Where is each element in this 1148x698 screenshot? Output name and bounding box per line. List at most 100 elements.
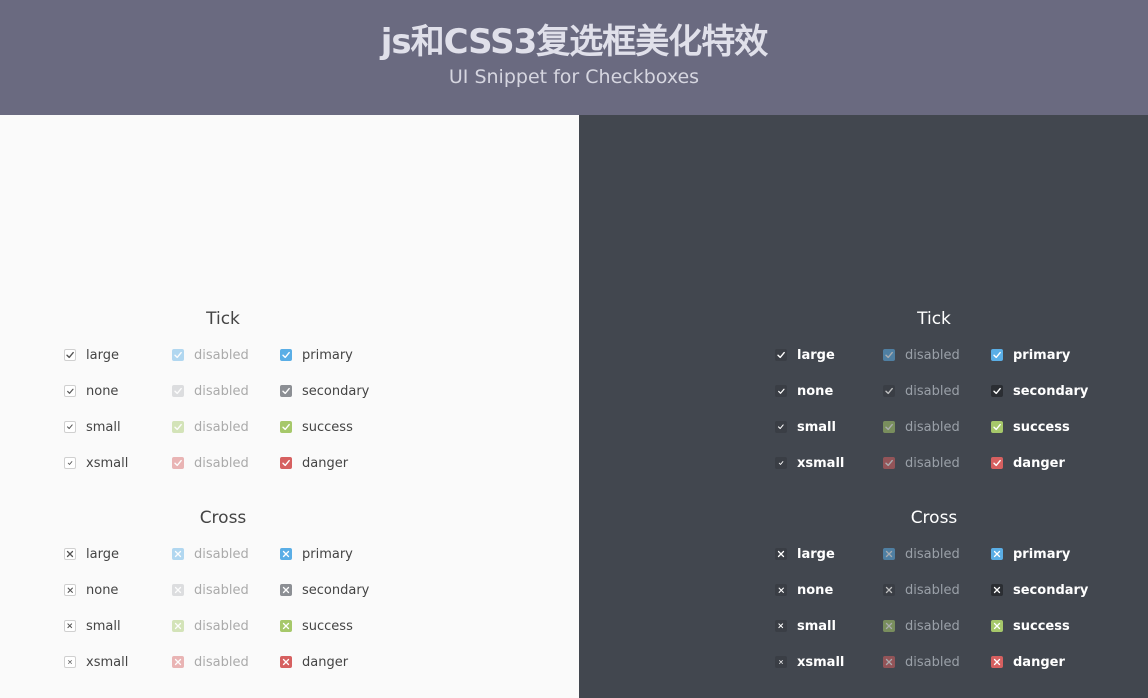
checkbox-cross-icon[interactable] — [280, 620, 292, 632]
checkbox-tick-icon[interactable] — [64, 457, 76, 469]
checkbox-label: disabled — [905, 582, 960, 598]
checkbox-cross-icon[interactable] — [775, 584, 787, 596]
checkbox-tick-secondary[interactable]: secondary — [280, 381, 369, 401]
checkbox-tick-primary[interactable]: primary — [991, 345, 1070, 365]
checkbox-label: danger — [1013, 654, 1065, 670]
checkbox-tick-icon[interactable] — [280, 385, 292, 397]
checkbox-tick-icon — [883, 457, 895, 469]
checkbox-tick-icon — [172, 457, 184, 469]
checkbox-tick-icon[interactable] — [775, 457, 787, 469]
checkbox-cross-icon[interactable] — [64, 584, 76, 596]
checkbox-cross-disabled-success: disabled — [172, 616, 249, 636]
checkbox-tick-success[interactable]: success — [280, 417, 353, 437]
checkbox-cross-icon[interactable] — [991, 656, 1003, 668]
checkbox-tick-icon — [172, 349, 184, 361]
checkbox-cross-small[interactable]: small — [64, 616, 121, 636]
checkbox-label: danger — [1013, 455, 1065, 471]
checkbox-label: xsmall — [86, 654, 129, 670]
checkbox-tick-none[interactable]: none — [64, 381, 118, 401]
checkbox-tick-disabled-danger: disabled — [883, 453, 960, 473]
checkbox-label: disabled — [194, 546, 249, 562]
checkbox-label: disabled — [194, 383, 249, 399]
checkbox-label: danger — [302, 654, 349, 670]
checkbox-cross-large[interactable]: large — [64, 544, 119, 564]
checkbox-cross-xsmall[interactable]: xsmall — [64, 652, 128, 672]
checkbox-tick-secondary[interactable]: secondary — [991, 381, 1088, 401]
checkbox-label: small — [86, 618, 121, 634]
checkbox-label: large — [86, 347, 119, 363]
checkbox-tick-small[interactable]: small — [64, 417, 121, 437]
dark-theme-panel: Tick large disabled primary none disabled seco… — [579, 115, 1148, 698]
checkbox-tick-icon[interactable] — [991, 385, 1003, 397]
checkbox-cross-disabled-danger: disabled — [883, 652, 960, 672]
checkbox-tick-icon[interactable] — [775, 421, 787, 433]
checkbox-cross-primary[interactable]: primary — [280, 544, 353, 564]
checkbox-label: secondary — [302, 383, 370, 399]
checkbox-tick-primary[interactable]: primary — [280, 345, 353, 365]
checkbox-tick-danger[interactable]: danger — [991, 453, 1065, 473]
checkbox-cross-danger[interactable]: danger — [991, 652, 1065, 672]
checkbox-tick-xsmall[interactable]: xsmall — [775, 453, 844, 473]
checkbox-tick-icon[interactable] — [280, 421, 292, 433]
checkbox-cross-large[interactable]: large — [775, 544, 835, 564]
checkbox-cross-icon — [883, 620, 895, 632]
checkbox-tick-icon[interactable] — [775, 349, 787, 361]
checkbox-tick-icon — [883, 349, 895, 361]
checkbox-tick-disabled-primary: disabled — [883, 345, 960, 365]
checkbox-cross-icon[interactable] — [64, 620, 76, 632]
checkbox-tick-icon[interactable] — [280, 349, 292, 361]
checkbox-cross-icon[interactable] — [991, 584, 1003, 596]
checkbox-label: none — [797, 383, 834, 399]
checkbox-cross-xsmall[interactable]: xsmall — [775, 652, 844, 672]
checkbox-cross-secondary[interactable]: secondary — [991, 580, 1088, 600]
checkbox-tick-icon[interactable] — [991, 421, 1003, 433]
checkbox-label: small — [797, 618, 836, 634]
checkbox-cross-icon[interactable] — [64, 656, 76, 668]
checkbox-tick-none[interactable]: none — [775, 381, 833, 401]
checkbox-tick-icon[interactable] — [991, 457, 1003, 469]
checkbox-tick-icon[interactable] — [775, 385, 787, 397]
section-title-cross: Cross — [910, 508, 958, 528]
checkbox-cross-icon — [883, 548, 895, 560]
light-theme-panel: Tick large disabled primary none disabled seco… — [0, 115, 579, 698]
checkbox-cross-small[interactable]: small — [775, 616, 836, 636]
checkbox-cross-icon[interactable] — [991, 620, 1003, 632]
checkbox-cross-icon[interactable] — [280, 584, 292, 596]
checkbox-cross-icon[interactable] — [280, 548, 292, 560]
checkbox-label: primary — [1013, 546, 1071, 562]
page-subtitle: UI Snippet for Checkboxes — [448, 66, 700, 88]
checkbox-cross-danger[interactable]: danger — [280, 652, 348, 672]
checkbox-label: xsmall — [797, 455, 845, 471]
checkbox-cross-icon[interactable] — [775, 620, 787, 632]
checkbox-label: success — [1013, 419, 1070, 435]
checkbox-cross-icon[interactable] — [775, 548, 787, 560]
checkbox-cross-icon[interactable] — [64, 548, 76, 560]
checkbox-cross-success[interactable]: success — [280, 616, 353, 636]
checkbox-cross-none[interactable]: none — [775, 580, 833, 600]
checkbox-tick-small[interactable]: small — [775, 417, 836, 437]
checkbox-tick-icon — [172, 385, 184, 397]
page-header: js和CSS3复选框美化特效 UI Snippet for Checkboxes — [0, 0, 1148, 115]
checkbox-cross-disabled-primary: disabled — [172, 544, 249, 564]
checkbox-cross-icon[interactable] — [775, 656, 787, 668]
checkbox-label: disabled — [905, 654, 960, 670]
checkbox-tick-large[interactable]: large — [64, 345, 119, 365]
checkbox-tick-large[interactable]: large — [775, 345, 835, 365]
checkbox-tick-xsmall[interactable]: xsmall — [64, 453, 128, 473]
checkbox-label: disabled — [905, 383, 960, 399]
checkbox-tick-icon[interactable] — [64, 385, 76, 397]
checkbox-tick-success[interactable]: success — [991, 417, 1070, 437]
checkbox-tick-icon[interactable] — [991, 349, 1003, 361]
checkbox-cross-secondary[interactable]: secondary — [280, 580, 369, 600]
checkbox-cross-primary[interactable]: primary — [991, 544, 1070, 564]
checkbox-cross-success[interactable]: success — [991, 616, 1070, 636]
checkbox-tick-icon[interactable] — [64, 421, 76, 433]
checkbox-tick-icon[interactable] — [280, 457, 292, 469]
checkbox-tick-icon[interactable] — [64, 349, 76, 361]
checkbox-cross-icon — [883, 584, 895, 596]
checkbox-label: danger — [302, 455, 349, 471]
checkbox-cross-none[interactable]: none — [64, 580, 118, 600]
checkbox-cross-icon[interactable] — [991, 548, 1003, 560]
checkbox-tick-danger[interactable]: danger — [280, 453, 348, 473]
checkbox-cross-icon[interactable] — [280, 656, 292, 668]
